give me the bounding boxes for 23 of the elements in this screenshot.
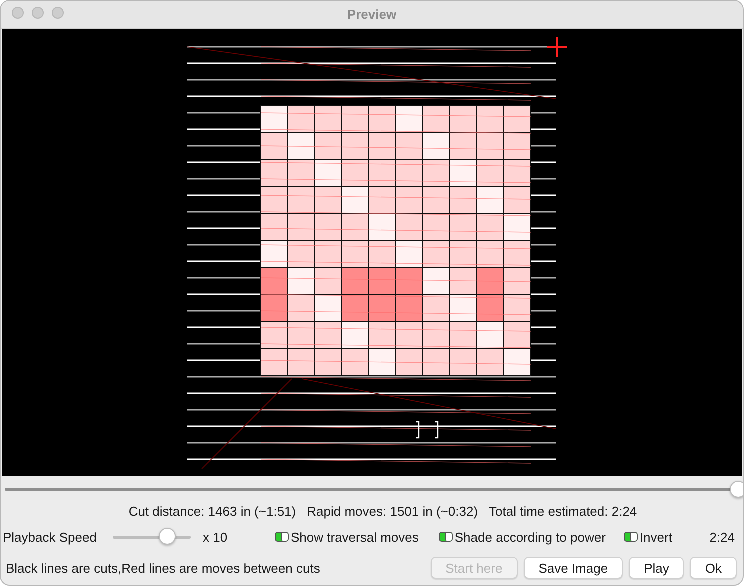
speed-multiplier: x 10: [203, 530, 229, 544]
action-button[interactable]: Ok: [690, 557, 737, 579]
checkbox-icon[interactable]: [624, 532, 638, 542]
speed-thumb[interactable]: [158, 528, 176, 545]
speed-slider[interactable]: [113, 527, 191, 547]
option-checkbox[interactable]: Shade according to power: [438, 530, 606, 544]
stat-text: Cut distance: 1463 in (~1:51): [128, 504, 296, 518]
timeline-thumb[interactable]: [730, 481, 743, 498]
option-checkbox[interactable]: Invert: [624, 530, 672, 544]
stat-text: Total time estimated: 2:24: [489, 504, 638, 518]
window-title: Preview: [347, 7, 397, 22]
minimize-button[interactable]: [32, 7, 44, 19]
zoom-button[interactable]: [52, 7, 64, 19]
stat-text: Rapid moves: 1501 in (~0:32): [307, 504, 478, 518]
action-button[interactable]: Play: [629, 557, 684, 579]
elapsed-time: 2:24: [710, 530, 735, 544]
legend-text: Black lines are cuts,Red lines are moves between cuts: [6, 560, 320, 576]
action-button[interactable]: Save Image: [524, 557, 624, 579]
checkbox-icon[interactable]: [275, 532, 289, 542]
option-checkbox[interactable]: Show traversal moves: [275, 530, 419, 544]
close-button[interactable]: [12, 7, 24, 19]
playback-label: Playback Speed: [3, 530, 98, 544]
checkbox-icon[interactable]: [438, 532, 453, 542]
